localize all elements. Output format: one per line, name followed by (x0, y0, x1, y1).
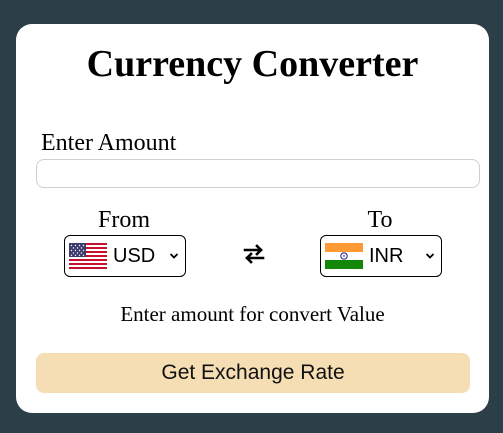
chevron-down-icon (169, 253, 179, 259)
to-currency-select[interactable]: INR (320, 235, 442, 277)
swap-arrows-icon[interactable] (242, 242, 266, 266)
conversion-message: Enter amount for convert Value (120, 302, 385, 326)
to-currency-code: INR (369, 244, 404, 267)
from-currency-code: USD (113, 244, 156, 267)
amount-label: Enter Amount (41, 130, 177, 156)
get-exchange-rate-button[interactable]: Get Exchange Rate (36, 353, 470, 393)
india-flag-icon (325, 243, 363, 269)
from-currency-select[interactable]: USD (64, 235, 186, 277)
amount-input[interactable] (36, 159, 480, 188)
from-label: From (97, 207, 150, 233)
page-title: Currency Converter (86, 43, 419, 85)
converter-card: Currency Converter Enter Amount From To … (16, 24, 489, 413)
us-flag-icon (69, 243, 107, 269)
chevron-down-icon (425, 253, 435, 259)
to-label: To (367, 207, 393, 233)
